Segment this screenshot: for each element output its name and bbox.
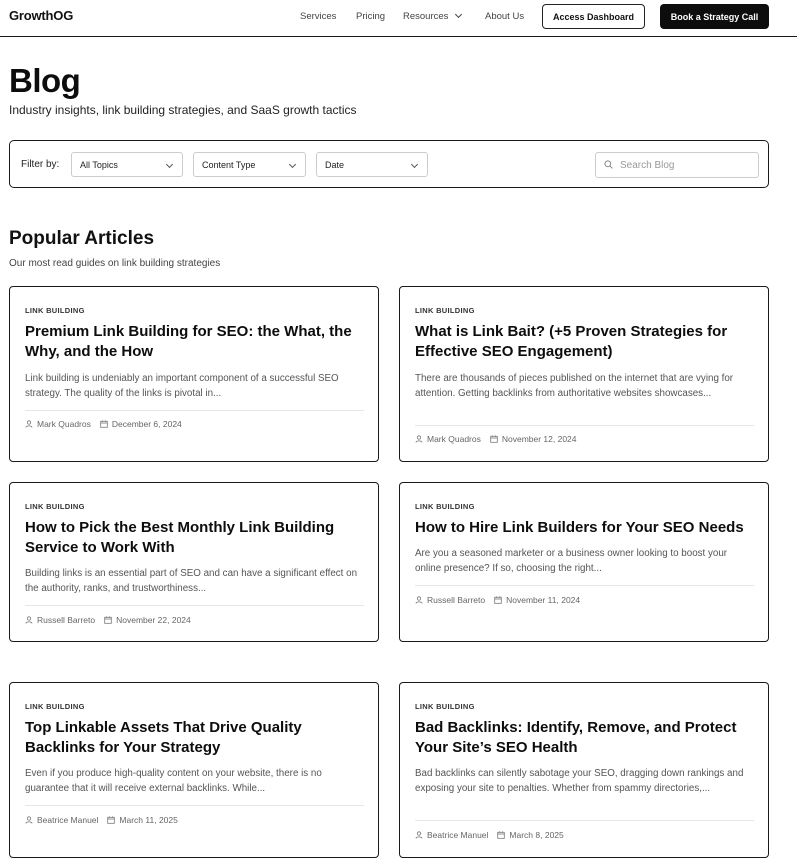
- article-author: Mark Quadros: [427, 434, 481, 444]
- article-title[interactable]: How to Hire Link Builders for Your SEO N…: [415, 518, 760, 538]
- content-type-select-value: Content Type: [202, 159, 256, 170]
- date-select[interactable]: Date: [316, 152, 428, 177]
- article-card[interactable]: LINK BUILDING What is Link Bait? (+5 Pro…: [399, 286, 769, 462]
- article-category: LINK BUILDING: [25, 502, 85, 511]
- article-meta: Mark Quadros December 6, 2024: [25, 418, 182, 430]
- article-author: Beatrice Manuel: [427, 830, 489, 840]
- site-header: GrowthOG Services Pricing Resources Abou…: [0, 0, 797, 37]
- nav-resources[interactable]: Resources: [403, 10, 463, 22]
- article-title[interactable]: How to Pick the Best Monthly Link Buildi…: [25, 518, 370, 558]
- article-date: November 12, 2024: [501, 434, 577, 444]
- search-input[interactable]: [620, 153, 754, 177]
- card-divider: [415, 820, 754, 821]
- topics-select[interactable]: All Topics: [71, 152, 183, 177]
- access-dashboard-button[interactable]: Access Dashboard: [542, 4, 645, 29]
- nav-services[interactable]: Services: [300, 11, 336, 22]
- user-icon: [25, 616, 33, 624]
- chevron-down-icon: [455, 10, 463, 19]
- calendar-icon: [107, 816, 116, 824]
- article-card[interactable]: LINK BUILDING Top Linkable Assets That D…: [9, 682, 379, 858]
- article-meta: Beatrice Manuel March 11, 2025: [25, 814, 178, 826]
- section-title: Popular Articles: [9, 228, 155, 249]
- article-meta: Beatrice Manuel March 8, 2025: [415, 829, 564, 841]
- topics-select-value: All Topics: [80, 159, 118, 170]
- article-meta: Russell Barreto November 11, 2024: [415, 594, 580, 606]
- article-date: March 8, 2025: [509, 830, 564, 840]
- card-divider: [415, 425, 754, 426]
- article-title[interactable]: Top Linkable Assets That Drive Quality B…: [25, 718, 370, 758]
- card-divider: [25, 605, 364, 606]
- filter-label: Filter by:: [21, 159, 60, 170]
- user-icon: [415, 596, 423, 604]
- chevron-down-icon: [165, 160, 174, 169]
- article-card[interactable]: LINK BUILDING Premium Link Building for …: [9, 286, 379, 462]
- card-divider: [25, 805, 364, 806]
- article-category: LINK BUILDING: [415, 306, 475, 315]
- calendar-icon: [494, 596, 502, 604]
- page-title: Blog: [9, 62, 81, 99]
- article-date: March 11, 2025: [119, 815, 178, 825]
- article-card[interactable]: LINK BUILDING How to Hire Link Builders …: [399, 482, 769, 642]
- article-excerpt: Even if you produce high-quality content…: [25, 768, 322, 794]
- user-icon: [25, 420, 33, 428]
- article-author: Russell Barreto: [427, 595, 486, 605]
- article-meta: Russell Barreto November 22, 2024: [25, 614, 191, 626]
- article-card[interactable]: LINK BUILDING How to Pick the Best Month…: [9, 482, 379, 642]
- calendar-icon: [100, 420, 108, 428]
- content-type-select[interactable]: Content Type: [193, 152, 306, 177]
- article-author: Beatrice Manuel: [37, 815, 99, 825]
- article-date: December 6, 2024: [111, 419, 182, 429]
- article-date: November 11, 2024: [506, 595, 581, 605]
- article-excerpt: Bad backlinks can silently sabotage your…: [415, 768, 744, 794]
- article-author: Russell Barreto: [37, 615, 96, 625]
- article-excerpt: There are thousands of pieces published …: [415, 373, 734, 399]
- logo[interactable]: GrowthOG: [9, 8, 73, 23]
- article-title[interactable]: Premium Link Building for SEO: the What,…: [25, 322, 370, 362]
- article-category: LINK BUILDING: [25, 306, 85, 315]
- article-card[interactable]: LINK BUILDING Bad Backlinks: Identify, R…: [399, 682, 769, 858]
- user-icon: [415, 831, 423, 839]
- search-box: [595, 152, 759, 178]
- card-divider: [25, 410, 364, 411]
- nav-pricing[interactable]: Pricing: [356, 11, 385, 22]
- article-title[interactable]: What is Link Bait? (+5 Proven Strategies…: [415, 322, 760, 362]
- nav-resources-label: Resources: [403, 11, 449, 22]
- user-icon: [415, 435, 423, 443]
- calendar-icon: [490, 435, 498, 443]
- user-icon: [25, 816, 33, 824]
- calendar-icon: [104, 616, 112, 624]
- date-select-value: Date: [325, 159, 345, 170]
- article-excerpt: Link building is undeniably an important…: [25, 373, 339, 399]
- article-meta: Mark Quadros November 12, 2024: [415, 433, 577, 445]
- book-strategy-call-button[interactable]: Book a Strategy Call: [660, 4, 769, 29]
- chevron-down-icon: [288, 160, 297, 169]
- chevron-down-icon: [410, 160, 419, 169]
- article-author: Mark Quadros: [37, 419, 91, 429]
- filter-bar: Filter by: All Topics Content Type Date: [9, 140, 769, 188]
- card-divider: [415, 585, 754, 586]
- article-date: November 22, 2024: [116, 615, 191, 625]
- article-category: LINK BUILDING: [25, 702, 85, 711]
- page-subtitle: Industry insights, link building strateg…: [9, 103, 357, 117]
- article-excerpt: Building links is an essential part of S…: [25, 568, 358, 594]
- article-category: LINK BUILDING: [415, 502, 475, 511]
- article-excerpt: Are you a seasoned marketer or a busines…: [415, 548, 728, 574]
- calendar-icon: [497, 831, 506, 839]
- article-title[interactable]: Bad Backlinks: Identify, Remove, and Pro…: [415, 718, 760, 758]
- search-icon: [604, 160, 613, 169]
- section-subtitle: Our most read guides on link building st…: [9, 258, 221, 269]
- article-category: LINK BUILDING: [415, 702, 475, 711]
- nav-about-us[interactable]: About Us: [485, 11, 524, 22]
